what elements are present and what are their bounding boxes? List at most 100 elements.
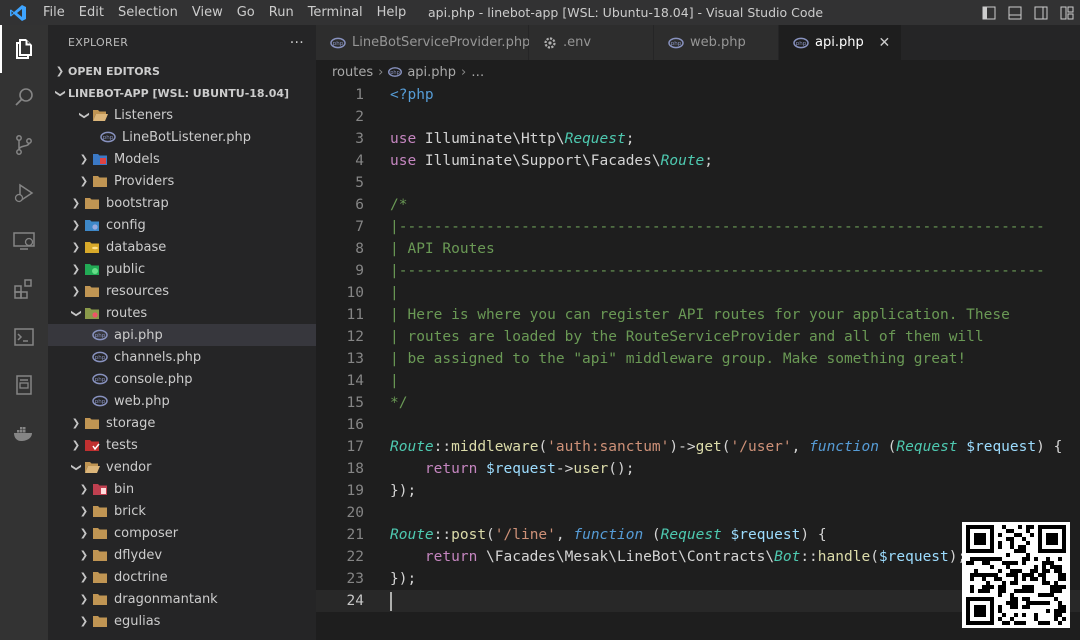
toggle-panel-icon[interactable]	[1002, 5, 1028, 21]
tree-folder[interactable]: ❯ bin	[48, 478, 316, 500]
code-line[interactable]: 7 |--------------------------------------…	[316, 216, 1080, 238]
code-line[interactable]: 5	[316, 172, 1080, 194]
tab-label: .env	[563, 35, 592, 50]
explorer-icon[interactable]	[0, 25, 48, 73]
close-tab-icon[interactable]: ✕	[878, 35, 891, 51]
code-line[interactable]: 9 |--------------------------------------…	[316, 260, 1080, 282]
menu-go[interactable]: Go	[230, 0, 262, 25]
code-token: /*	[390, 197, 408, 213]
code-line[interactable]: 4 use Illuminate\Support\Facades\Route;	[316, 150, 1080, 172]
menu-terminal[interactable]: Terminal	[301, 0, 370, 25]
tree-folder[interactable]: ❯ doctrine	[48, 566, 316, 588]
tree-folder[interactable]: ❯ routes	[48, 302, 316, 324]
docker-icon[interactable]	[0, 409, 48, 457]
line-number: 9	[355, 263, 364, 279]
tree-file[interactable]: php channels.php	[48, 346, 316, 368]
code-token: (	[538, 439, 548, 455]
terminal-icon[interactable]	[0, 313, 48, 361]
notebook-icon[interactable]	[0, 361, 48, 409]
run-debug-icon[interactable]	[0, 169, 48, 217]
tree-file[interactable]: php console.php	[48, 368, 316, 390]
code-line[interactable]: 1 <?php	[316, 84, 1080, 106]
tree-folder[interactable]: ❯ resources	[48, 280, 316, 302]
tab-api-php[interactable]: php api.php ✕	[779, 25, 902, 60]
tree-file[interactable]: php api.php	[48, 324, 316, 346]
menu-selection[interactable]: Selection	[111, 0, 185, 25]
code-line[interactable]: 10 |	[316, 282, 1080, 304]
tree-folder[interactable]: ❯ storage	[48, 412, 316, 434]
title-bar: File Edit Selection View Go Run Terminal…	[0, 0, 1080, 25]
code-token: Bot	[774, 549, 801, 565]
tree-folder[interactable]: ❯ vendor	[48, 456, 316, 478]
code-line[interactable]: 8 | API Routes	[316, 238, 1080, 260]
code-line[interactable]: 11 | Here is where you can register API r…	[316, 304, 1080, 326]
tree-file[interactable]: php web.php	[48, 390, 316, 412]
text-cursor	[390, 591, 392, 611]
code-token: $request	[486, 461, 556, 477]
code-line[interactable]: 17 Route::middleware('auth:sanctum')->get…	[316, 436, 1080, 458]
code-line[interactable]: 15 */	[316, 392, 1080, 414]
tree-folder[interactable]: ❯ Listeners	[48, 104, 316, 126]
tree-folder[interactable]: ❯ brick	[48, 500, 316, 522]
tree-folder[interactable]: ❯ database	[48, 236, 316, 258]
code-token: ) {	[1036, 439, 1063, 455]
menu-help[interactable]: Help	[370, 0, 414, 25]
extensions-icon[interactable]	[0, 265, 48, 313]
code-line[interactable]: 2	[316, 106, 1080, 128]
tree-folder[interactable]: ❯ dflydev	[48, 544, 316, 566]
breadcrumb: routes › php api.php › …	[316, 60, 1080, 84]
tree-folder[interactable]: ❯ bootstrap	[48, 192, 316, 214]
code-line[interactable]: 3 use Illuminate\Http\Request;	[316, 128, 1080, 150]
tree-folder[interactable]: ❯ Providers	[48, 170, 316, 192]
chevron-down-icon: ❯	[70, 308, 82, 318]
code-line[interactable]: 13 | be assigned to the "api" middleware …	[316, 348, 1080, 370]
open-editors-section[interactable]: ❯ OPEN EDITORS	[48, 60, 316, 82]
menu-edit[interactable]: Edit	[72, 0, 111, 25]
code-line[interactable]: 12 | routes are loaded by the RouteServic…	[316, 326, 1080, 348]
source-control-icon[interactable]	[0, 121, 48, 169]
tree-folder[interactable]: ❯ public	[48, 258, 316, 280]
breadcrumb-file[interactable]: api.php	[407, 65, 456, 80]
code-line[interactable]: 19});	[316, 480, 1080, 502]
code-line[interactable]: 16	[316, 414, 1080, 436]
code-line[interactable]: 6 /*	[316, 194, 1080, 216]
menu-run[interactable]: Run	[262, 0, 301, 25]
code-token: ->	[555, 461, 574, 477]
breadcrumb-routes[interactable]: routes	[332, 65, 373, 80]
tree-folder[interactable]: ❯ dragonmantank	[48, 588, 316, 610]
public-folder-icon	[84, 261, 100, 277]
customize-layout-icon[interactable]	[1054, 5, 1080, 21]
tree-folder[interactable]: ❯ Models	[48, 148, 316, 170]
breadcrumb-separator-icon: ›	[461, 64, 467, 80]
line-number: 20	[346, 505, 364, 521]
toggle-sidebar-icon[interactable]	[976, 5, 1002, 21]
toggle-secondary-sidebar-icon[interactable]	[1028, 5, 1054, 21]
more-actions-button[interactable]: ···	[290, 35, 304, 51]
remote-explorer-icon[interactable]	[0, 217, 48, 265]
chevron-right-icon: ❯	[79, 483, 89, 495]
tab-label: api.php	[815, 35, 864, 50]
tree-folder[interactable]: ❯ composer	[48, 522, 316, 544]
code-line[interactable]: 18 return $request->user();	[316, 458, 1080, 480]
code-token: ,	[791, 439, 810, 455]
bin-folder-icon	[92, 481, 108, 497]
code-token: )->	[669, 439, 696, 455]
menu-view[interactable]: View	[185, 0, 230, 25]
tree-folder[interactable]: ❯ tests	[48, 434, 316, 456]
code-token: function	[809, 439, 879, 455]
project-section[interactable]: ❯ LINEBOT-APP [WSL: UBUNTU-18.04]	[48, 82, 316, 104]
tab-web-php[interactable]: php web.php	[654, 25, 779, 60]
tree-file[interactable]: php LineBotListener.php	[48, 126, 316, 148]
search-icon[interactable]	[0, 73, 48, 121]
tab-linebotserviceprovider-php[interactable]: php LineBotServiceProvider.php	[316, 25, 530, 60]
gear-icon	[543, 36, 557, 50]
tree-folder[interactable]: ❯ egulias	[48, 610, 316, 632]
code-text: | routes are loaded by the RouteServiceP…	[390, 329, 984, 345]
menu-file[interactable]: File	[36, 0, 72, 25]
tree-folder[interactable]: ❯ config	[48, 214, 316, 236]
breadcrumb-symbols[interactable]: …	[471, 65, 484, 80]
code-line[interactable]: 14 |	[316, 370, 1080, 392]
tab-env[interactable]: .env	[529, 25, 654, 60]
code-line[interactable]: 20	[316, 502, 1080, 524]
models-folder-icon	[92, 151, 108, 167]
